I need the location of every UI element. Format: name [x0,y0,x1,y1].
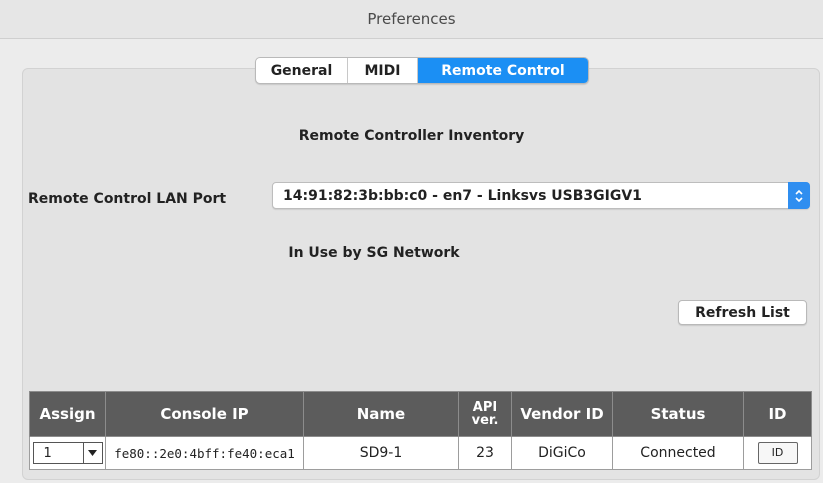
column-header-status[interactable]: Status [612,391,744,437]
chevron-up-down-glyph [795,189,803,202]
cell-status: Connected [612,436,744,470]
identify-button[interactable]: ID [757,442,798,464]
assign-value: 1 [43,446,52,461]
column-header-assign[interactable]: Assign [29,391,106,437]
table-row: 1 fe80::2e0:4bff:fe40:eca1 SD9-1 23 DiGi… [29,436,812,470]
cell-vendor-id: DiGiCo [511,436,613,470]
column-header-console-ip[interactable]: Console IP [105,391,304,437]
lan-port-value: 14:91:82:3b:bb:c0 - en7 - Linksvs USB3GI… [283,188,642,204]
triangle-down-icon[interactable] [82,443,102,463]
cell-assign: 1 [29,436,106,470]
controller-inventory-table: Assign Console IP Name API ver. Vendor I… [29,391,812,470]
column-header-id[interactable]: ID [743,391,812,437]
column-header-name[interactable]: Name [303,391,459,437]
cell-api-ver: 23 [458,436,512,470]
column-header-api-line2: ver. [471,413,499,428]
tab-general[interactable]: General [256,58,348,83]
assign-select[interactable]: 1 [32,442,103,464]
inventory-heading: Remote Controller Inventory [298,128,525,144]
lan-port-select[interactable]: 14:91:82:3b:bb:c0 - en7 - Linksvs USB3GI… [272,182,810,209]
table-header-row: Assign Console IP Name API ver. Vendor I… [29,391,812,437]
cell-id: ID [743,436,812,470]
window-title: Preferences [367,10,456,28]
preferences-tabs: General MIDI Remote Control [255,57,589,84]
cell-name: SD9-1 [303,436,459,470]
window-titlebar: Preferences [0,0,823,39]
port-status-text: In Use by SG Network [288,245,460,261]
column-header-api-ver[interactable]: API ver. [458,391,512,437]
cell-console-ip: fe80::2e0:4bff:fe40:eca1 [105,436,304,470]
column-header-vendor-id[interactable]: Vendor ID [511,391,613,437]
tab-remote-control[interactable]: Remote Control [418,58,588,83]
triangle-down-glyph [88,450,97,456]
refresh-list-button[interactable]: Refresh List [678,300,807,325]
tab-midi[interactable]: MIDI [348,58,418,83]
chevron-up-down-icon[interactable] [788,182,810,209]
lan-port-label: Remote Control LAN Port [28,191,227,207]
